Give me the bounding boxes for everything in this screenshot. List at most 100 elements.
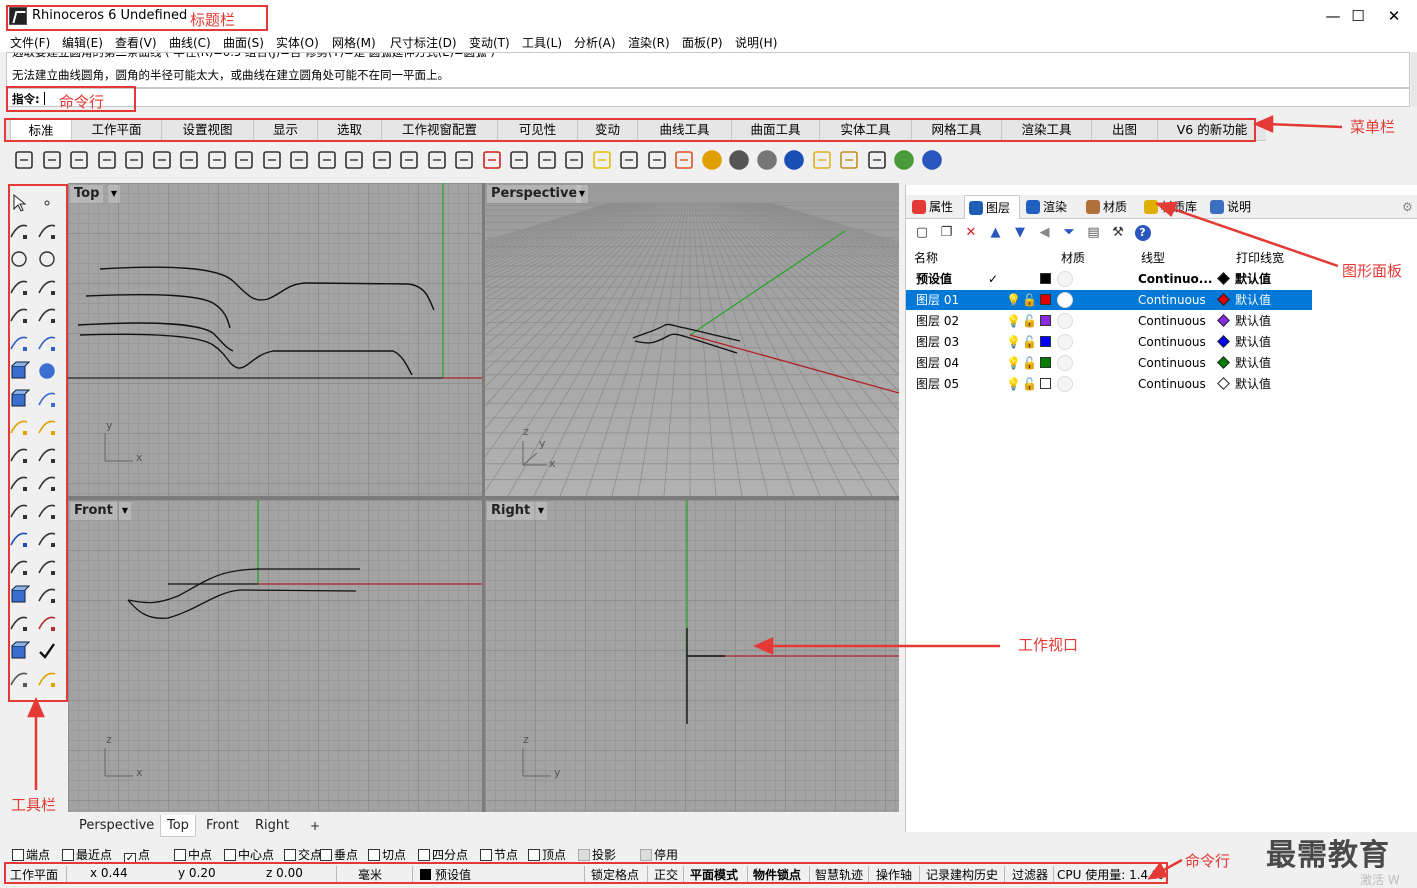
layers-icon[interactable] [672,148,696,172]
save-icon[interactable] [67,148,91,172]
material-ball-icon[interactable] [1057,292,1073,308]
layer-row[interactable]: 图层 01 💡 🔓 Continuous 默认值 [906,290,1312,310]
tab-material-library[interactable]: 材质库 [1140,195,1204,219]
new-icon[interactable] [12,148,36,172]
chevron-down-icon[interactable]: ▼ [535,502,547,520]
layer-color-swatch[interactable] [1040,315,1051,326]
column-header-material[interactable]: 材质 [1061,248,1085,268]
filter-icon[interactable]: ⏷ [1061,225,1077,241]
checkbox-icon[interactable] [418,849,430,861]
zoom-window-icon[interactable] [342,148,366,172]
column-header-print-width[interactable]: 打印线宽 [1236,248,1284,268]
visibility-bulb-icon[interactable]: 💡 [1006,374,1021,394]
current-layer-check[interactable]: ✓ [988,269,998,289]
checkbox-icon[interactable] [62,849,74,861]
tab-materials[interactable]: 材质 [1082,195,1138,219]
osnap-checkbox[interactable]: 交点 [284,846,322,863]
light-icon[interactable] [590,148,614,172]
color-wheel-icon[interactable] [700,148,724,172]
material-ball-icon[interactable] [1057,334,1073,350]
checkbox-icon[interactable] [224,849,236,861]
osnap-checkbox[interactable]: 端点 [12,846,50,863]
osnap-checkbox[interactable]: 垂点 [320,846,358,863]
layer-linetype[interactable]: Continuous [1138,353,1206,373]
visibility-bulb-icon[interactable]: 💡 [1006,353,1021,373]
layer-linetype[interactable]: Continuous [1138,374,1206,394]
menu-dimension[interactable]: 尺寸标注(D) [390,34,457,51]
render-sphere-icon[interactable] [727,148,751,172]
delete-icon[interactable]: ✕ [963,225,979,241]
layer-color-swatch[interactable] [1040,378,1051,389]
move-down-icon[interactable]: ▼ [1012,225,1028,241]
vp-tab-perspective[interactable]: Perspective [73,815,160,837]
print-color-diamond-icon[interactable] [1217,293,1230,306]
layer-name[interactable]: 图层 02 [916,311,959,331]
rendered-icon[interactable] [755,148,779,172]
layer-linetype[interactable]: Continuous [1138,332,1206,352]
move-parent-icon[interactable]: ◀ [1037,225,1053,241]
material-ball-icon[interactable] [1057,271,1073,287]
checkbox-icon[interactable] [528,849,540,861]
layer-row[interactable]: 图层 04 💡 🔓 Continuous 默认值 [906,353,1312,373]
open-icon[interactable] [40,148,64,172]
layer-row[interactable]: 预设值 ✓ Continuo... 默认值 [906,269,1312,289]
osnap-checkbox[interactable]: 中点 [174,846,212,863]
chevron-down-icon[interactable]: ▼ [108,185,120,203]
zoom-extents-icon[interactable] [370,148,394,172]
shaded-icon[interactable] [645,148,669,172]
hide-icon[interactable] [507,148,531,172]
layer-color-swatch[interactable] [1040,357,1051,368]
checkbox-icon[interactable] [174,849,186,861]
material-ball-icon[interactable] [1057,313,1073,329]
layer-print-width[interactable]: 默认值 [1235,374,1271,394]
select-icon[interactable] [810,148,834,172]
checkbox-icon[interactable] [12,849,24,861]
visibility-bulb-icon[interactable]: 💡 [1006,311,1021,331]
snap-icon[interactable] [535,148,559,172]
osnap-checkbox[interactable]: 停用 [640,846,678,863]
column-header-name[interactable]: 名称 [914,248,938,268]
menu-panels[interactable]: 面板(P) [682,34,723,51]
layer-row[interactable]: 图层 02 💡 🔓 Continuous 默认值 [906,311,1312,331]
layer-name[interactable]: 图层 03 [916,332,959,352]
menu-help[interactable]: 说明(H) [735,34,777,51]
menu-surface[interactable]: 曲面(S) [223,34,264,51]
menu-solid[interactable]: 实体(O) [276,34,319,51]
undo-icon[interactable] [232,148,256,172]
lock-icon[interactable]: 🔓 [1022,332,1037,352]
checkbox-icon[interactable] [578,849,590,861]
move-up-icon[interactable]: ▲ [988,225,1004,241]
osnap-checkbox[interactable]: 四分点 [418,846,468,863]
tab-layers[interactable]: 图层 [964,195,1020,219]
material-ball-icon[interactable] [1057,376,1073,392]
menu-mesh[interactable]: 网格(M) [332,34,376,51]
rotate-camera-icon[interactable] [425,148,449,172]
vp-tab-top[interactable]: Top [160,815,196,837]
layer-name[interactable]: 预设值 [916,269,952,289]
command-history[interactable]: 选取要建立圆角的第二条曲线 ( 半径(R)=0.5 组合(J)=否 修剪(T)=… [6,52,1410,88]
layer-name[interactable]: 图层 04 [916,353,959,373]
layer-print-width[interactable]: 默认值 [1235,311,1271,331]
points-icon[interactable] [562,148,586,172]
cut-icon[interactable] [150,148,174,172]
vp-tab-right[interactable]: Right [249,815,295,837]
layer-color-swatch[interactable] [1040,294,1051,305]
layer-print-width[interactable]: 默认值 [1235,353,1271,373]
layer-color-swatch[interactable] [1040,273,1051,284]
checkbox-icon[interactable] [480,849,492,861]
lock-icon[interactable]: 🔓 [1022,290,1037,310]
blue-sphere-icon[interactable] [782,148,806,172]
menu-file[interactable]: 文件(F) [10,34,50,51]
lock-icon[interactable]: 🔓 [1022,374,1037,394]
viewport-right[interactable]: Right ▼ z y [485,500,899,812]
new-layer-icon[interactable]: ▢ [914,225,930,241]
print-color-diamond-icon[interactable] [1217,272,1230,285]
zoom-selected-icon[interactable] [397,148,421,172]
checkbox-icon[interactable] [320,849,332,861]
layer-linetype[interactable]: Continuous [1138,290,1206,310]
panel-gear-icon[interactable]: ⚙ [1402,195,1413,219]
help-icon[interactable] [920,148,944,172]
add-viewport-tab-button[interactable]: + [304,815,326,837]
layer-row[interactable]: 图层 03 💡 🔓 Continuous 默认值 [906,332,1312,352]
history-scrollbar[interactable] [1411,52,1417,106]
